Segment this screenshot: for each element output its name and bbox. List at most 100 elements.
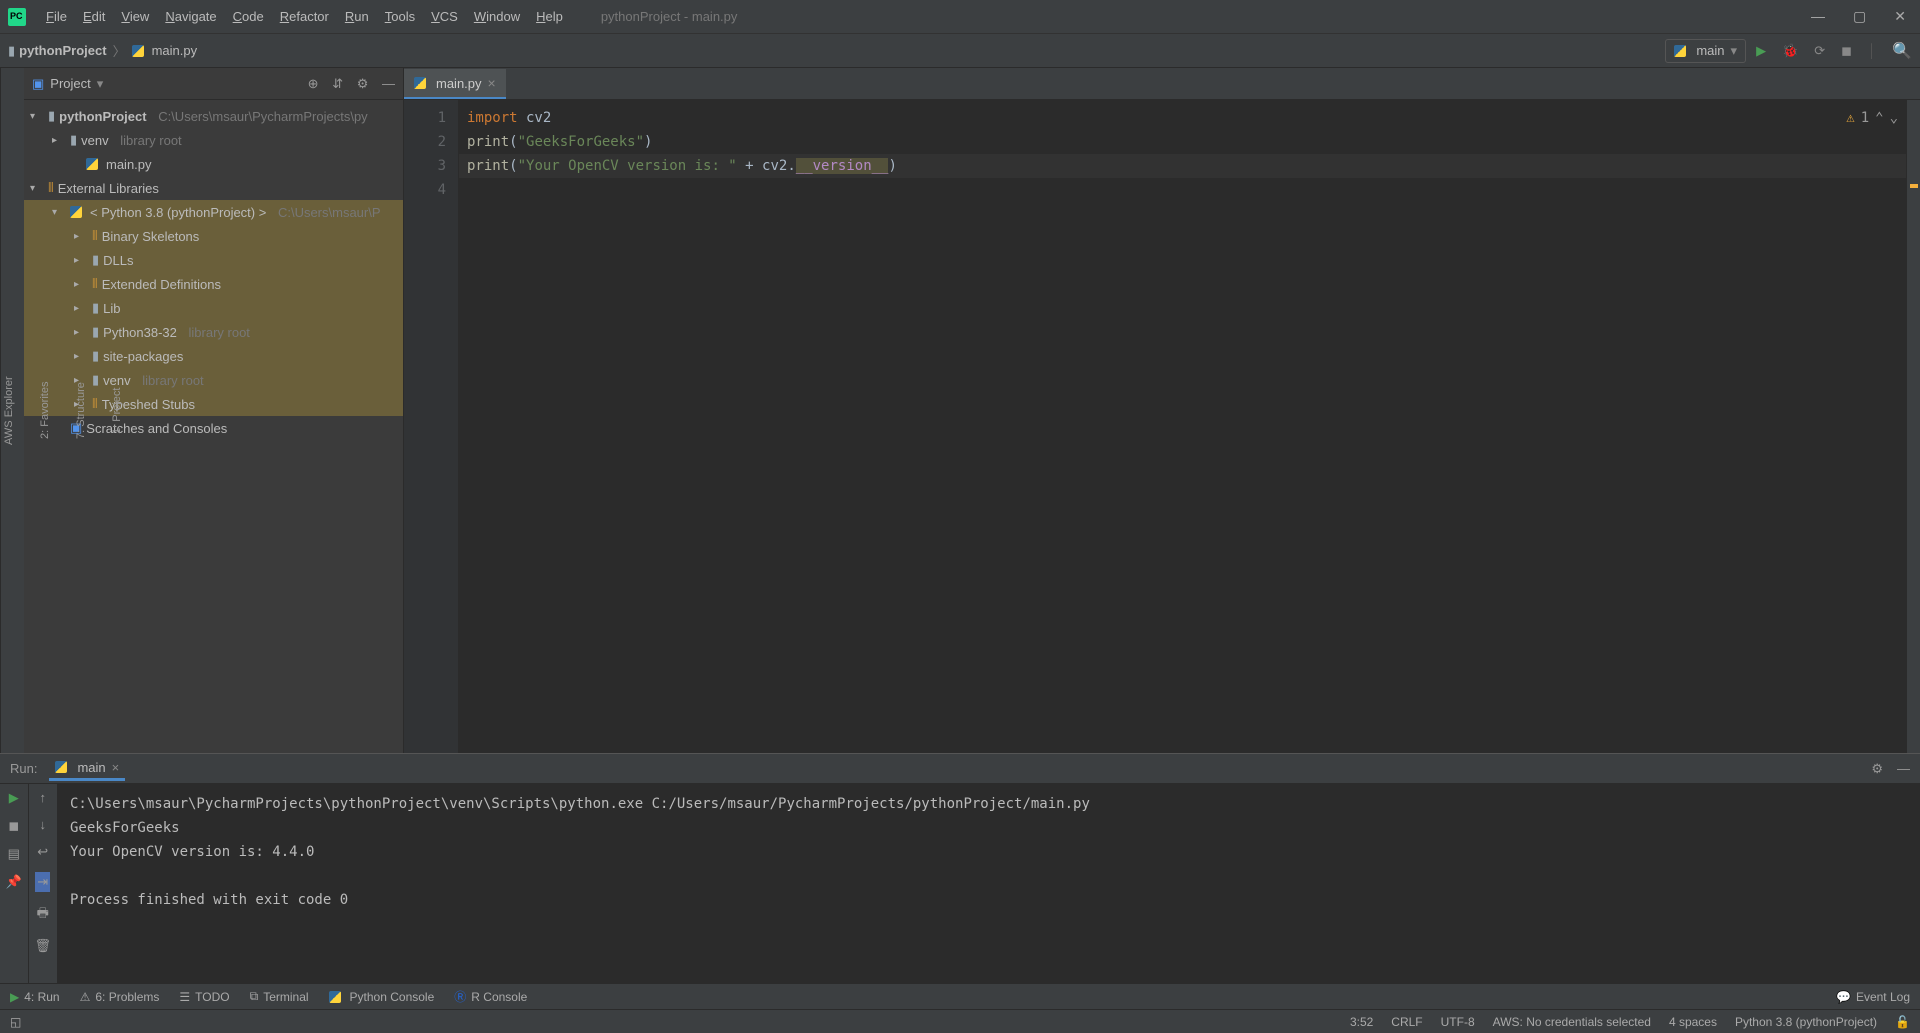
scroll-to-end-icon[interactable]: ⇥ <box>35 872 50 892</box>
chevron-right-icon[interactable]: ▸ <box>74 255 88 266</box>
down-arrow-icon[interactable]: ↓ <box>40 817 47 832</box>
tab-close-icon[interactable]: × <box>488 75 496 91</box>
menu-window[interactable]: Window <box>466 5 528 28</box>
soft-wrap-icon[interactable]: ↩ <box>37 844 48 860</box>
menu-view[interactable]: View <box>113 5 157 28</box>
stop-button[interactable]: ◼ <box>1841 43 1852 59</box>
menu-code[interactable]: Code <box>225 5 272 28</box>
maximize-icon[interactable]: ▢ <box>1853 8 1866 25</box>
sidetool-structure[interactable]: 7: Structure <box>73 378 89 443</box>
library-icon: ⦀ <box>48 180 54 196</box>
chevron-right-icon[interactable]: ▸ <box>74 327 88 338</box>
tree-venv[interactable]: ▸ ▮ venv library root <box>24 128 403 152</box>
status-indent[interactable]: 4 spaces <box>1669 1015 1717 1029</box>
tree-root-path: C:\Users\msaur\PycharmProjects\py <box>158 109 368 124</box>
status-caret-pos[interactable]: 3:52 <box>1350 1015 1373 1029</box>
layout-icon[interactable]: ▤ <box>8 846 20 862</box>
chevron-right-icon[interactable]: ▸ <box>74 351 88 362</box>
footer-run[interactable]: ▶4: Run <box>10 990 60 1004</box>
chevron-down-icon[interactable]: ▾ <box>52 207 66 218</box>
chevron-right-icon[interactable]: ▸ <box>52 135 66 146</box>
tree-lib-binary skeletons[interactable]: ▸⦀Binary Skeletons <box>24 224 403 248</box>
sidetool-favorites[interactable]: 2: Favorites <box>37 378 53 443</box>
run-button[interactable]: ▶ <box>1756 43 1766 59</box>
sidetool-project[interactable]: 1: Project <box>109 383 125 437</box>
editor-tab-main[interactable]: main.py × <box>404 69 506 99</box>
console-output[interactable]: C:\Users\msaur\PycharmProjects\pythonPro… <box>58 784 1920 983</box>
footer-problems[interactable]: ⚠6: Problems <box>80 990 160 1004</box>
print-icon[interactable]: 🖶 <box>37 904 49 926</box>
chevron-down-icon[interactable]: ▾ <box>30 111 44 122</box>
footer-tool-tabs: ▶4: Run ⚠6: Problems ☰TODO ⧉Terminal Pyt… <box>0 983 1920 1009</box>
tool-windows-icon[interactable]: ◱ <box>10 1015 21 1029</box>
minimize-icon[interactable]: — <box>1811 8 1825 25</box>
chevron-down-icon[interactable]: ▾ <box>30 183 44 194</box>
menu-file[interactable]: File <box>38 5 75 28</box>
folder-icon: ▮ <box>8 43 15 59</box>
close-icon[interactable]: ✕ <box>1894 8 1906 25</box>
status-line-sep[interactable]: CRLF <box>1391 1015 1422 1029</box>
trash-icon[interactable]: 🗑 <box>35 938 52 954</box>
gear-icon[interactable]: ⚙ <box>1871 761 1883 777</box>
tree-root[interactable]: ▾ ▮ pythonProject C:\Users\msaur\Pycharm… <box>24 104 403 128</box>
menu-refactor[interactable]: Refactor <box>272 5 337 28</box>
tab-close-icon[interactable]: × <box>112 760 120 775</box>
tree-lib-lib[interactable]: ▸▮Lib <box>24 296 403 320</box>
tree-python-env[interactable]: ▾ < Python 3.8 (pythonProject) > C:\User… <box>24 200 403 224</box>
search-everywhere-button[interactable]: 🔍 <box>1892 41 1912 61</box>
footer-terminal[interactable]: ⧉Terminal <box>250 989 309 1004</box>
tree-lib-site-packages[interactable]: ▸▮site-packages <box>24 344 403 368</box>
tree-mainpy[interactable]: main.py <box>24 152 403 176</box>
footer-python-console[interactable]: Python Console <box>329 990 435 1004</box>
tree-lib-dlls[interactable]: ▸▮DLLs <box>24 248 403 272</box>
gear-icon[interactable]: ⚙ <box>357 76 369 91</box>
navbar: ▮ pythonProject 〉 main.py main ▾ ▶ 🐞 ⟳ ◼… <box>0 34 1920 68</box>
locate-icon[interactable]: ⊕ <box>308 76 319 91</box>
breadcrumb-project[interactable]: ▮ pythonProject <box>8 43 107 59</box>
sidetool-aws[interactable]: AWS Explorer <box>1 372 17 449</box>
menu-help[interactable]: Help <box>528 5 571 28</box>
hide-icon[interactable]: — <box>1897 761 1910 777</box>
status-encoding[interactable]: UTF-8 <box>1441 1015 1475 1029</box>
stop-button[interactable]: ◼ <box>8 818 19 834</box>
chevron-right-icon[interactable]: ▸ <box>74 231 88 242</box>
run-tab[interactable]: main × <box>49 757 125 781</box>
footer-event-log[interactable]: 💬Event Log <box>1836 990 1910 1004</box>
editor-marker-bar[interactable] <box>1906 100 1920 753</box>
project-panel-title[interactable]: ▣ Project ▾ <box>32 76 292 92</box>
tree-item-label: Python38-32 <box>103 325 177 340</box>
project-panel-header: ▣ Project ▾ ⊕ ⇵ ⚙ — <box>24 68 403 100</box>
menu-run[interactable]: Run <box>337 5 377 28</box>
tree-external-libs[interactable]: ▾ ⦀ External Libraries <box>24 176 403 200</box>
chevron-right-icon[interactable]: ▸ <box>74 303 88 314</box>
warning-stripe[interactable] <box>1910 184 1918 188</box>
tree-mainpy-label: main.py <box>106 157 152 172</box>
menu-tools[interactable]: Tools <box>377 5 423 28</box>
up-arrow-icon[interactable]: ↑ <box>40 790 47 805</box>
coverage-button[interactable]: ⟳ <box>1814 43 1825 59</box>
debug-button[interactable]: 🐞 <box>1782 43 1798 59</box>
tree-item-label: Lib <box>103 301 120 316</box>
code-area[interactable]: ⚠ 1 ⌃ ⌄ import cv2 print("GeeksForGeeks"… <box>459 100 1906 753</box>
run-config-selector[interactable]: main ▾ <box>1665 39 1746 63</box>
tree-external-libs-label: External Libraries <box>58 181 159 196</box>
footer-r-console[interactable]: ⓇR Console <box>454 988 527 1005</box>
expand-icon[interactable]: ⇵ <box>332 76 343 91</box>
rerun-button[interactable]: ▶ <box>9 790 19 806</box>
pin-icon[interactable]: 📌 <box>6 874 22 890</box>
lock-icon[interactable]: 🔓 <box>1895 1015 1910 1029</box>
library-icon: ⦀ <box>92 276 98 292</box>
hide-icon[interactable]: — <box>382 76 395 91</box>
status-interpreter[interactable]: Python 3.8 (pythonProject) <box>1735 1015 1877 1029</box>
breadcrumb-file[interactable]: main.py <box>132 43 198 58</box>
tree-lib-python38-32[interactable]: ▸▮Python38-32 library root <box>24 320 403 344</box>
menu-navigate[interactable]: Navigate <box>157 5 224 28</box>
status-aws[interactable]: AWS: No credentials selected <box>1493 1015 1651 1029</box>
code-content[interactable]: import cv2 print("GeeksForGeeks") print(… <box>467 106 1906 178</box>
run-toolbar: ▶ 🐞 ⟳ ◼ │ 🔍 <box>1756 41 1912 61</box>
menu-vcs[interactable]: VCS <box>423 5 466 28</box>
menu-edit[interactable]: Edit <box>75 5 113 28</box>
tree-lib-extended definitions[interactable]: ▸⦀Extended Definitions <box>24 272 403 296</box>
chevron-right-icon[interactable]: ▸ <box>74 279 88 290</box>
footer-todo[interactable]: ☰TODO <box>179 990 229 1004</box>
